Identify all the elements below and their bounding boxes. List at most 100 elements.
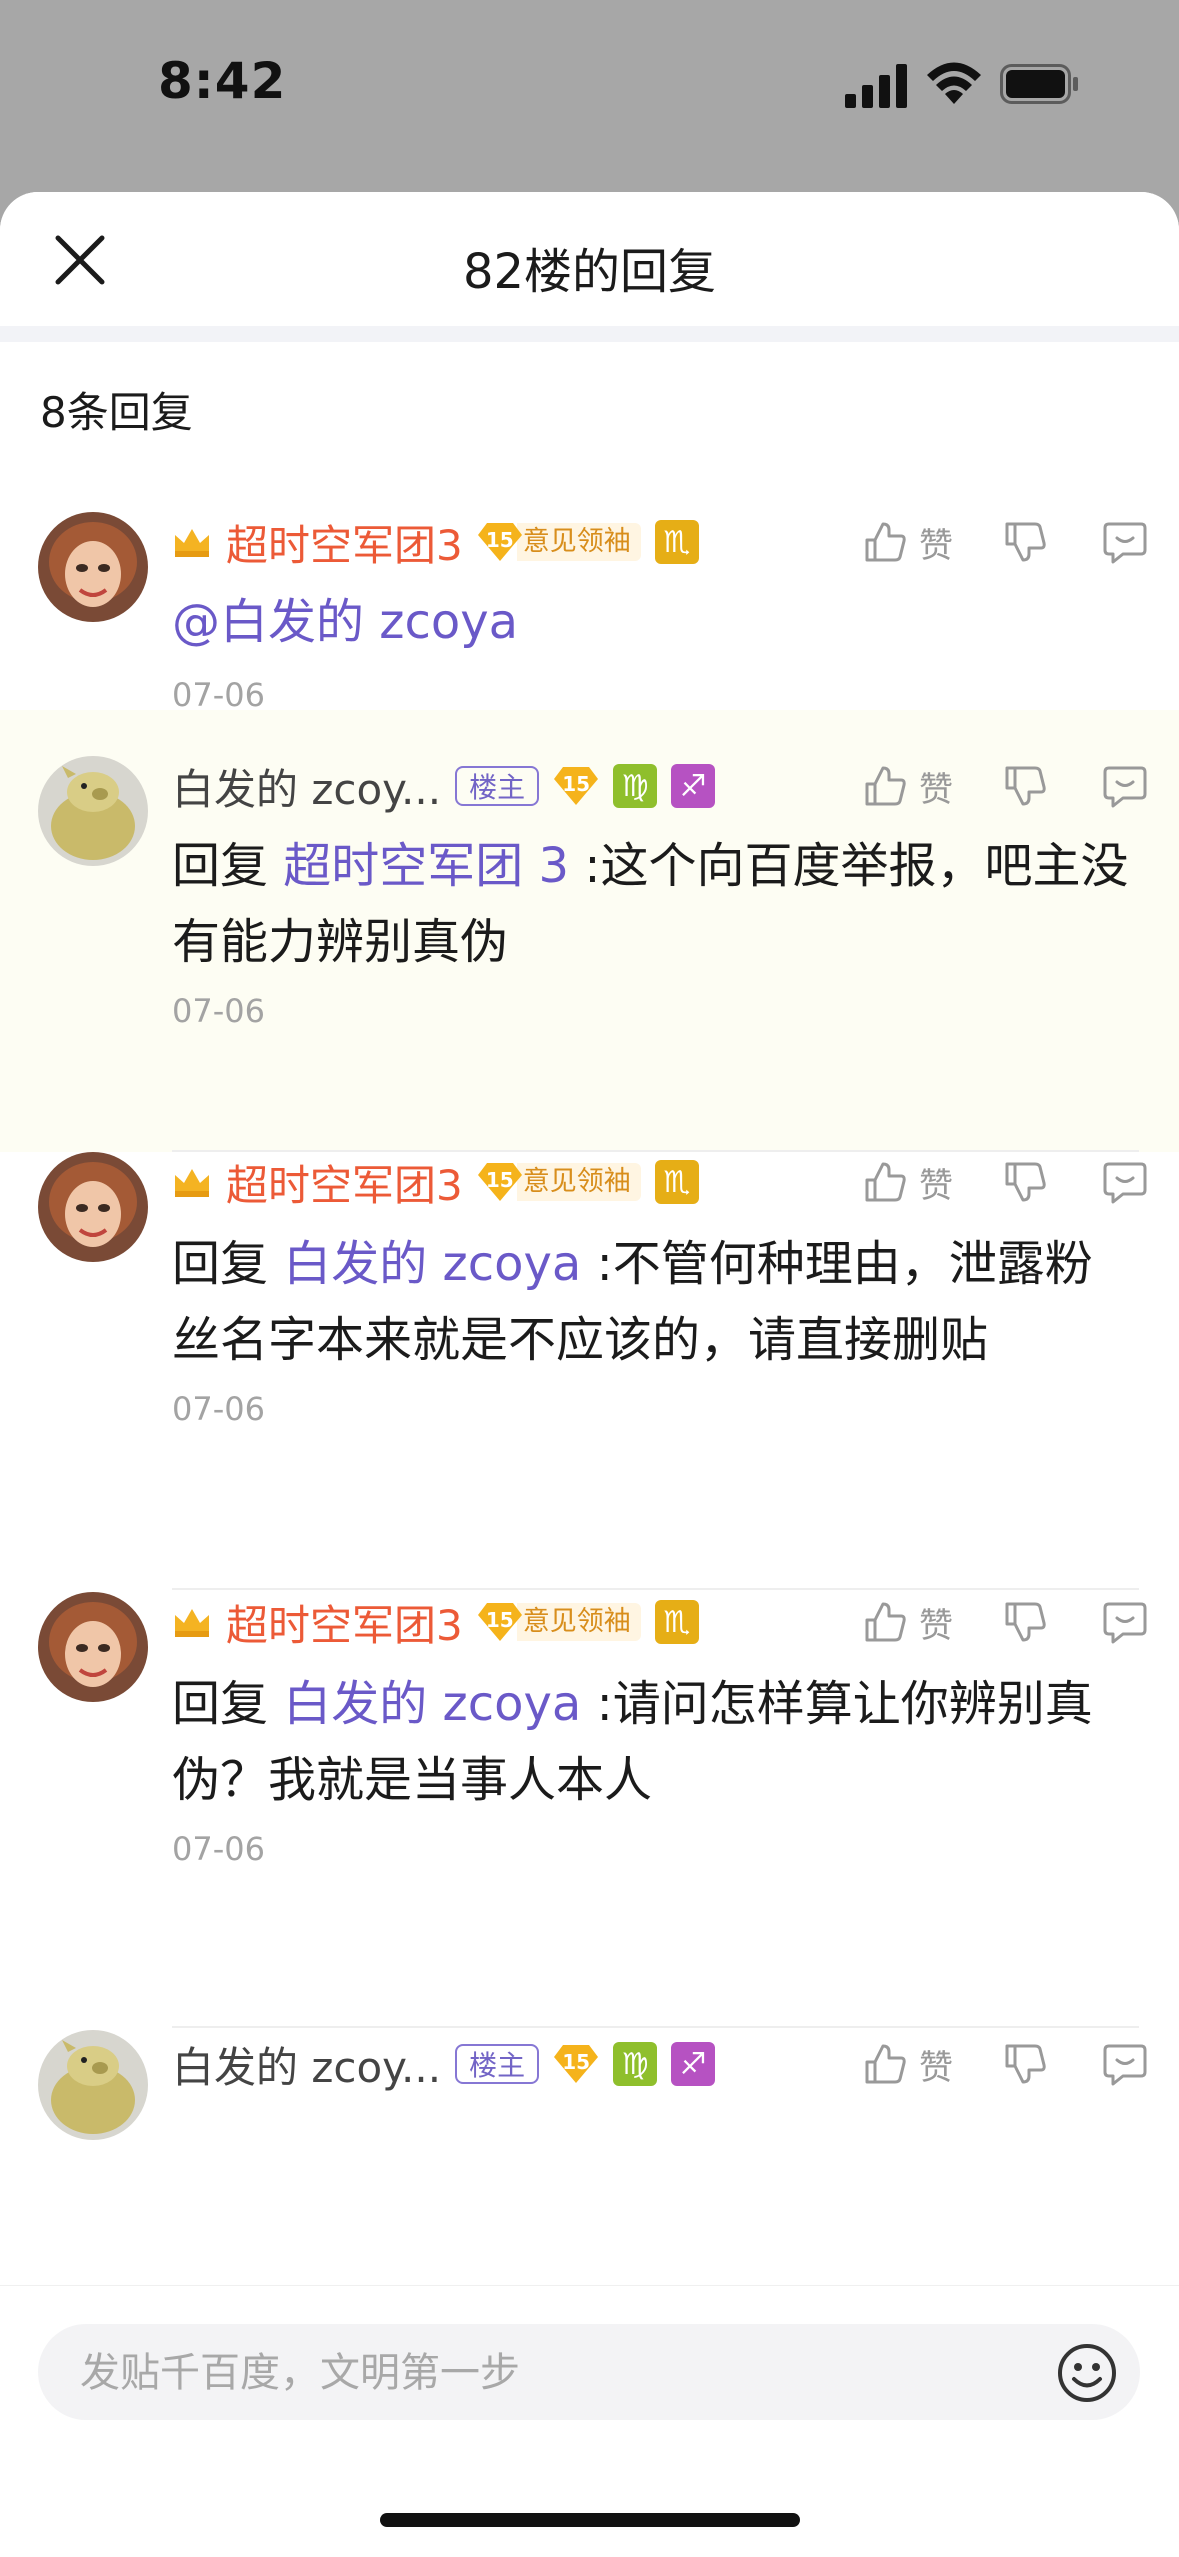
reply-item-highlighted: 白发的 zcoy... 楼主 15 ♍ ♐ 赞 回复 超时空军团 3:这个向百… — [0, 710, 1179, 1152]
level-badge: 15 意见领袖 — [477, 522, 641, 562]
scorpio-zodiac-icon: ♏ — [654, 520, 699, 564]
avatar[interactable] — [38, 512, 148, 622]
level-badge: 15 意见领袖 — [477, 1162, 641, 1202]
reply-date: 07-06 — [172, 1830, 265, 1868]
reply-actions: 赞 — [861, 1592, 1149, 1652]
reply-content: 回复 超时空军团 3 :这个向百度举报，吧主没有能力辨别真伪 — [172, 838, 1129, 970]
thumbs-up-icon — [865, 1162, 906, 1202]
like-label: 赞 — [919, 525, 953, 566]
comment-icon[interactable] — [1101, 518, 1149, 566]
thumbs-down-icon[interactable] — [1001, 1598, 1049, 1646]
sagittarius-zodiac-icon: ♐ — [671, 2042, 716, 2086]
honor-badge: 意见领袖 — [516, 1163, 641, 1201]
comment-icon[interactable] — [1101, 2040, 1149, 2088]
username[interactable]: 白发的 zcoy... — [172, 2034, 441, 2095]
thumbs-up-icon — [865, 766, 906, 806]
scorpio-zodiac-icon: ♏ — [654, 1160, 699, 1204]
like-label: 赞 — [919, 769, 953, 810]
level-badge: 15 意见领袖 — [477, 1602, 641, 1642]
battery-icon — [1000, 64, 1078, 104]
avatar[interactable] — [38, 2030, 148, 2140]
comment-icon[interactable] — [1101, 1158, 1149, 1206]
virgo-zodiac-icon: ♍ — [613, 764, 658, 808]
thumbs-down-icon[interactable] — [1001, 2040, 1049, 2088]
scorpio-zodiac-icon: ♏ — [654, 1600, 699, 1644]
level-diamond-icon: 15 — [477, 1601, 523, 1643]
mention-link[interactable]: @白发的 zcoya — [172, 594, 518, 650]
status-bar: 8:42 — [0, 0, 1179, 190]
reply-content: @白发的 zcoya — [172, 584, 1132, 660]
avatar-pig-icon — [38, 2030, 148, 2140]
like-button[interactable]: 赞 — [861, 1598, 953, 1647]
level-badge: 15 — [553, 2044, 599, 2084]
reply-date: 07-06 — [172, 992, 265, 1030]
level-diamond-icon: 15 — [477, 521, 523, 563]
comment-input-box[interactable] — [38, 2324, 1140, 2422]
comment-icon[interactable] — [1101, 762, 1149, 810]
like-button[interactable]: 赞 — [861, 518, 953, 567]
status-time: 8:42 — [158, 52, 287, 110]
cellular-signal-icon — [845, 64, 907, 108]
header-divider — [0, 326, 1179, 342]
level-diamond-icon: 15 — [477, 1161, 523, 1203]
avatar-woman-icon — [38, 1592, 148, 1702]
thumbs-up-icon — [865, 1602, 906, 1642]
username[interactable]: 超时空军团3 — [226, 512, 463, 573]
reply-count: 8条回复 — [40, 388, 193, 437]
like-label: 赞 — [919, 1605, 953, 1646]
thumbs-down-icon[interactable] — [1001, 1158, 1049, 1206]
name-row: 白发的 zcoy... 楼主 15 ♍ ♐ — [172, 2034, 716, 2095]
username[interactable]: 超时空军团3 — [226, 1592, 463, 1653]
reply-item: 超时空军团3 15 意见领袖 ♏ 赞 — [0, 1592, 1179, 2030]
avatar-woman-icon — [38, 1152, 148, 1262]
name-row: 超时空军团3 15 意见领袖 ♏ — [172, 512, 699, 572]
username[interactable]: 超时空军团3 — [226, 1152, 463, 1213]
thread-owner-tag: 楼主 — [455, 766, 540, 806]
like-label: 赞 — [919, 2047, 953, 2088]
username[interactable]: 白发的 zcoy... — [172, 756, 441, 817]
name-row: 超时空军团3 15 意见领袖 ♏ — [172, 1152, 699, 1212]
emoji-icon[interactable] — [1056, 2342, 1118, 2404]
reply-item: 白发的 zcoy... 楼主 15 ♍ ♐ 赞 — [0, 2030, 1179, 2290]
reply-actions: 赞 — [861, 1152, 1149, 1212]
level-badge: 15 — [553, 766, 599, 806]
replies-sheet: 82楼的回复 8条回复 超时空军团3 15 意见领袖 ♏ 赞 @白发的 zcoy… — [0, 192, 1179, 2556]
home-indicator — [380, 2513, 800, 2527]
wifi-icon — [927, 62, 981, 104]
sheet-title: 82楼的回复 — [462, 244, 717, 300]
name-row: 白发的 zcoy... 楼主 15 ♍ ♐ — [172, 756, 716, 817]
virgo-zodiac-icon: ♍ — [613, 2042, 658, 2086]
reply-actions: 赞 — [861, 2034, 1149, 2094]
sagittarius-zodiac-icon: ♐ — [671, 764, 716, 808]
reply-item: 超时空军团3 15 意见领袖 ♏ 赞 — [0, 1150, 1179, 1592]
thumbs-down-icon[interactable] — [1001, 518, 1049, 566]
honor-badge: 意见领袖 — [516, 523, 641, 561]
like-button[interactable]: 赞 — [861, 762, 953, 811]
avatar-pig-icon — [38, 756, 148, 866]
reply-date: 07-06 — [172, 676, 265, 714]
reply-content: 回复 白发的 zcoya :不管何种理由，泄露粉丝名字本来就是不应该的，请直接删… — [172, 1236, 1093, 1368]
crown-icon — [175, 529, 209, 557]
sheet-header: 82楼的回复 — [0, 192, 1179, 326]
honor-badge: 意见领袖 — [516, 1603, 641, 1641]
avatar-woman-icon — [38, 512, 148, 622]
comment-input[interactable] — [78, 2324, 1022, 2422]
avatar[interactable] — [38, 756, 148, 866]
thread-owner-tag: 楼主 — [455, 2044, 540, 2084]
crown-icon — [175, 1609, 209, 1637]
like-button[interactable]: 赞 — [861, 2040, 953, 2089]
avatar[interactable] — [38, 1592, 148, 1702]
mention-link[interactable]: 超时空军团 3 — [283, 838, 569, 894]
crown-icon — [175, 1169, 209, 1197]
reply-content: 回复 白发的 zcoya :请问怎样算让你辨别真伪？我就是当事人本人 — [172, 1676, 1093, 1808]
like-button[interactable]: 赞 — [861, 1158, 953, 1207]
thumbs-up-icon — [865, 2044, 906, 2084]
level-diamond-icon: 15 — [553, 2043, 599, 2085]
avatar[interactable] — [38, 1152, 148, 1262]
mention-link[interactable]: 白发的 zcoya — [283, 1236, 581, 1292]
comment-icon[interactable] — [1101, 1598, 1149, 1646]
reply-divider — [172, 1588, 1139, 1590]
mention-link[interactable]: 白发的 zcoya — [283, 1676, 581, 1732]
thumbs-down-icon[interactable] — [1001, 762, 1049, 810]
name-row: 超时空军团3 15 意见领袖 ♏ — [172, 1592, 699, 1652]
